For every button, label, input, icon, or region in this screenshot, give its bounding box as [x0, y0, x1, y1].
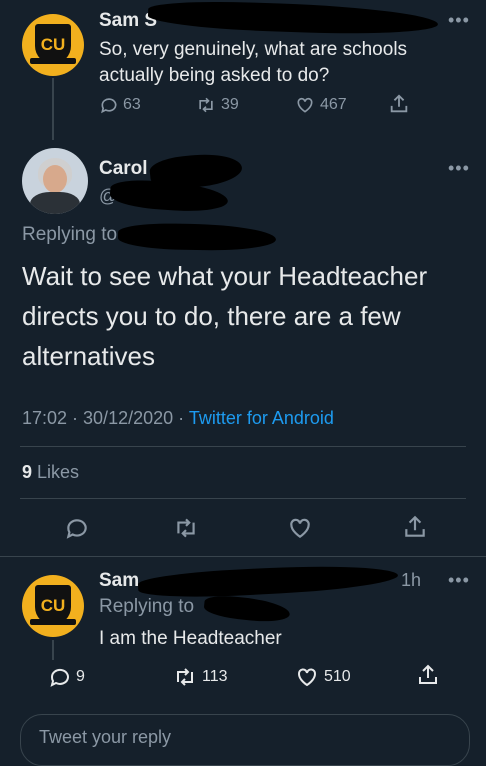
- avatar-face: [43, 165, 67, 193]
- retweet-icon: [199, 97, 213, 113]
- tweet-text: So, very genuinely, what are schools act…: [99, 37, 407, 89]
- crest-letters: CU: [40, 35, 66, 54]
- avatar-body: [30, 192, 80, 214]
- avatar[interactable]: CU: [22, 14, 84, 76]
- tweet-text-line: alternatives: [22, 341, 155, 371]
- reply-icon: [66, 519, 87, 539]
- divider: [0, 556, 486, 557]
- redaction: [117, 222, 277, 252]
- retweet-icon: [177, 518, 195, 538]
- retweet-icon: [177, 668, 193, 686]
- author-name[interactable]: Sam: [99, 570, 139, 592]
- more-options-icon[interactable]: •••: [448, 10, 470, 31]
- source-link[interactable]: Twitter for Android: [189, 408, 334, 428]
- like-button[interactable]: 510: [294, 665, 351, 689]
- thread-line: [52, 640, 54, 660]
- reply-button[interactable]: 9: [48, 665, 85, 689]
- heart-icon: [297, 97, 313, 113]
- tweet-text-line: So, very genuinely, what are schools: [99, 39, 408, 60]
- share-button[interactable]: [402, 513, 432, 541]
- retweet-button[interactable]: 39: [195, 95, 239, 115]
- tweet-text-line: Wait to see what your Headteacher: [22, 261, 428, 291]
- tweet-text-line: actually being asked to do?: [99, 65, 330, 86]
- share-icon: [405, 515, 425, 537]
- crest-letters: CU: [40, 596, 66, 615]
- reply-count: 63: [123, 96, 141, 113]
- share-button[interactable]: [388, 93, 414, 115]
- tweet-text: Wait to see what your Headteacher direct…: [22, 256, 427, 376]
- retweet-button[interactable]: [172, 515, 204, 541]
- reply-button[interactable]: [64, 515, 94, 541]
- likes-summary[interactable]: 9 Likes: [22, 462, 79, 483]
- avatar[interactable]: CU: [22, 575, 84, 637]
- divider: [20, 446, 466, 447]
- likes-label: Likes: [37, 462, 80, 482]
- redaction: [137, 561, 399, 601]
- heart-icon: [298, 668, 316, 687]
- like-count: 510: [324, 668, 351, 685]
- more-options-icon[interactable]: •••: [448, 158, 470, 179]
- more-options-icon[interactable]: •••: [448, 570, 470, 591]
- author-name[interactable]: Carol: [99, 158, 148, 180]
- timestamp[interactable]: 17:02 · 30/12/2020 ·: [22, 408, 184, 428]
- tweet-text: I am the Headteacher: [99, 628, 282, 649]
- reply-input[interactable]: Tweet your reply: [20, 714, 470, 766]
- reply-input-placeholder: Tweet your reply: [39, 727, 172, 747]
- replying-to-label: Replying to: [99, 596, 195, 617]
- time-ago[interactable]: 1h: [401, 570, 421, 591]
- share-icon: [419, 664, 437, 684]
- retweet-button[interactable]: 113: [172, 665, 228, 689]
- thread-line: [52, 78, 54, 140]
- like-button[interactable]: [286, 515, 318, 541]
- reply-button[interactable]: 63: [99, 95, 141, 115]
- reply-icon: [50, 668, 69, 687]
- retweet-count: 113: [202, 668, 228, 685]
- crest-band: [30, 619, 76, 625]
- redaction: [203, 593, 291, 625]
- like-count: 467: [320, 96, 347, 113]
- tweet-meta: 17:02 · 30/12/2020 · Twitter for Android: [22, 408, 334, 429]
- avatar[interactable]: [22, 148, 88, 214]
- share-button[interactable]: [416, 662, 444, 688]
- reply-icon: [101, 98, 117, 114]
- share-icon: [390, 94, 408, 113]
- crest-band: [30, 58, 76, 64]
- divider: [20, 498, 466, 499]
- tweet-text-line: directs you to do, there are a few: [22, 301, 401, 331]
- like-button[interactable]: 467: [294, 95, 347, 115]
- reply-count: 9: [76, 668, 85, 685]
- redaction: [147, 0, 439, 38]
- likes-count: 9: [22, 462, 33, 482]
- replying-to-label: Replying to: [22, 224, 118, 245]
- retweet-count: 39: [221, 96, 239, 113]
- heart-icon: [290, 518, 310, 538]
